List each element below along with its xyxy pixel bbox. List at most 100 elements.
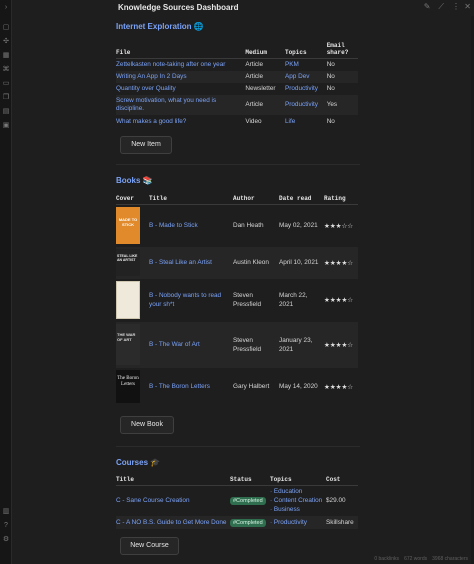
book-cover-image: The Boron Letters (116, 370, 140, 403)
col-medium: Medium (245, 40, 285, 59)
more-options-icon[interactable]: ⋮ (452, 2, 460, 12)
topic-link[interactable]: PKM (285, 59, 327, 71)
new-item-button[interactable]: New Item (120, 136, 172, 154)
file-link[interactable]: Screw motivation, what you need is disci… (116, 94, 246, 115)
files-icon[interactable]: ▢ (2, 24, 10, 32)
table-row: Quantity over Quality Newsletter Product… (116, 83, 358, 95)
file-link[interactable]: What makes a good life? (116, 115, 245, 128)
author-cell: Steven Pressfield (233, 321, 279, 368)
publish-icon[interactable]: ▣ (2, 122, 10, 130)
table-row: C - A NO B.S. Guide to Get More Done #Co… (116, 515, 358, 529)
course-title-link[interactable]: C - A NO B.S. Guide to Get More Done (116, 515, 230, 529)
book-title-link[interactable]: B - Made to Stick (149, 205, 233, 247)
book-cover-image (116, 281, 140, 319)
table-row: Zettelkasten note-taking after one year … (116, 59, 358, 71)
topic-link[interactable]: App Dev (284, 70, 327, 83)
new-book-button[interactable]: New Book (120, 416, 174, 434)
command-icon[interactable]: ⌘ (2, 66, 10, 74)
course-title-link[interactable]: C - Sane Course Creation (116, 486, 230, 516)
backlinks-count[interactable]: 0 backlinks (374, 556, 399, 562)
book-title-link[interactable]: B - The Boron Letters (149, 368, 233, 406)
share-cell: No (326, 70, 358, 83)
edit-icon[interactable]: ✎ (424, 2, 431, 12)
topic-link[interactable]: Productivity (274, 519, 307, 526)
col-topics: Topics (284, 40, 327, 59)
topic-link[interactable]: Life (285, 115, 327, 128)
left-ribbon: › ▢ ✣ ▦ ⌘ ▭ ❐ ▤ ▣ ▥ ? ⚙ (0, 0, 12, 564)
col-cost: Cost (326, 474, 358, 486)
author-cell: Dan Heath (233, 222, 264, 230)
col-author: Author (233, 193, 279, 205)
rating-cell: ★★★★☆ (324, 297, 354, 304)
table-row: THE WAR OF ART B - The War of Art Steven… (116, 321, 358, 368)
topic-link[interactable]: Productivity (284, 94, 327, 115)
col-rating: Rating (324, 193, 358, 205)
status-badge[interactable]: #Completed (230, 497, 266, 506)
file-link[interactable]: Writing An App In 2 Days (116, 70, 246, 83)
medium-cell: Article (245, 70, 285, 83)
link-icon[interactable]: ⟋ (438, 2, 444, 12)
divider (116, 164, 360, 165)
date-cell: March 22, 2021 (279, 292, 308, 308)
status-bar: 0 backlinks 672 words 3968 characters (374, 556, 468, 562)
copy-icon[interactable]: ❐ (2, 94, 10, 102)
courses-table: Title Status Topics Cost C - Sane Course… (116, 474, 358, 529)
col-status: Status (230, 474, 270, 486)
col-title: Title (149, 193, 233, 205)
collapse-icon[interactable]: › (2, 4, 10, 12)
author-cell: Steven Pressfield (233, 292, 262, 308)
col-date-read: Date read (279, 193, 324, 205)
col-cover: Cover (116, 193, 149, 205)
graph-icon[interactable]: ✣ (2, 38, 10, 46)
status-badge[interactable]: #Completed (230, 518, 266, 527)
calendar-icon[interactable]: ▦ (2, 52, 10, 60)
table-row: MADE TO STICK B - Made to Stick Dan Heat… (116, 205, 358, 247)
rating-cell: ★★★★☆ (324, 383, 354, 391)
table-row: STEAL LIKE AN ARTIST B - Steal Like an A… (116, 246, 358, 279)
col-file: File (116, 40, 246, 59)
table-row: B - Nobody wants to read your sh*t Steve… (116, 279, 358, 322)
internet-heading: Internet Exploration 🌐 (116, 22, 204, 31)
col-topics: Topics (270, 474, 326, 486)
word-count: 672 words (404, 556, 428, 562)
terminal-icon[interactable]: ▭ (2, 80, 10, 88)
author-cell: Gary Halbert (233, 383, 270, 390)
date-cell: April 10, 2021 (279, 246, 324, 279)
topic-link[interactable]: · Content Creation (270, 496, 324, 505)
col-title: Title (116, 474, 230, 486)
table-row: C - Sane Course Creation #Completed · Ed… (116, 486, 358, 516)
template-icon[interactable]: ▤ (2, 108, 10, 116)
cost-cell: $29.00 (326, 497, 346, 505)
rating-cell: ★★★★☆ (324, 321, 358, 368)
book-title-link[interactable]: B - The War of Art (149, 321, 233, 368)
rating-cell: ★★★☆☆ (324, 222, 354, 230)
settings-gear-icon[interactable]: ⚙ (2, 536, 10, 544)
topic-link[interactable]: · Business (270, 505, 324, 514)
book-cover-image: MADE TO STICK (116, 207, 140, 245)
file-link[interactable]: Quantity over Quality (116, 83, 245, 95)
share-cell: No (326, 61, 335, 69)
author-cell: Austin Kleon (233, 246, 279, 279)
table-row: Screw motivation, what you need is disci… (116, 94, 358, 115)
date-cell: January 23, 2021 (279, 321, 324, 368)
internet-table: File Medium Topics Email share? Zettelka… (116, 40, 358, 128)
file-link[interactable]: Zettelkasten note-taking after one year (116, 59, 245, 71)
rating-cell: ★★★★☆ (324, 246, 358, 279)
title-bar: Knowledge Sources Dashboard ✎ ⟋ ⋮ ✕ (12, 0, 474, 16)
divider (116, 446, 360, 447)
share-cell: Yes (326, 94, 358, 115)
table-row: The Boron Letters B - The Boron Letters … (116, 368, 358, 406)
topic-link[interactable]: Productivity (285, 83, 327, 95)
close-icon[interactable]: ✕ (464, 2, 471, 11)
vault-icon[interactable]: ▥ (2, 508, 10, 516)
new-course-button[interactable]: New Course (120, 537, 179, 555)
date-cell: May 02, 2021 (279, 222, 318, 230)
date-cell: May 14, 2020 (279, 383, 318, 390)
medium-cell: Article (245, 61, 264, 69)
book-title-link[interactable]: B - Nobody wants to read your sh*t (149, 279, 233, 322)
share-cell: No (326, 85, 335, 92)
courses-heading: Courses 🎓 (116, 458, 161, 467)
help-icon[interactable]: ? (2, 522, 10, 530)
book-title-link[interactable]: B - Steal Like an Artist (149, 246, 233, 279)
topic-link[interactable]: · Education (270, 487, 324, 496)
